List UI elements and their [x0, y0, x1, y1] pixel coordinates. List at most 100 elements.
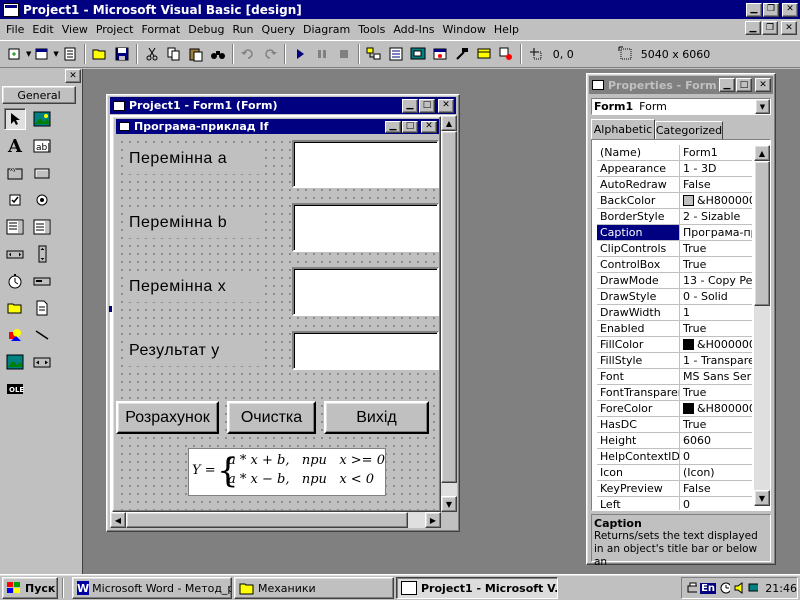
toolbox-button[interactable]	[451, 43, 473, 65]
form1-client-area[interactable]: Перемінна а Перемінна b Перемінна x Резу…	[116, 136, 439, 510]
task-folder[interactable]: Механики	[234, 577, 394, 599]
paste-button[interactable]	[185, 43, 207, 65]
property-row[interactable]: BorderStyle 2 - Sizable	[597, 209, 752, 225]
formula-image[interactable]: Y = { a * x + b, при x >= 0 a * x − b, п…	[188, 448, 386, 496]
form-window-maximize-button[interactable]: □	[419, 98, 435, 113]
break-button[interactable]	[311, 43, 333, 65]
property-row[interactable]: Icon (Icon)	[597, 465, 752, 481]
property-value[interactable]: True	[680, 257, 752, 272]
textbox-variable-a[interactable]	[292, 140, 439, 188]
textbox-result-y[interactable]	[292, 331, 439, 370]
prop-scroll-thumb[interactable]	[754, 161, 770, 306]
menu-window[interactable]: Window	[439, 21, 490, 39]
properties-close-button[interactable]: ✕	[755, 78, 771, 92]
vb-app-icon[interactable]	[3, 2, 19, 17]
network-icon[interactable]	[747, 581, 759, 595]
data-tool[interactable]	[31, 351, 53, 373]
picturebox-tool[interactable]	[31, 108, 53, 130]
property-row[interactable]: HasDC True	[597, 417, 752, 433]
clock-tray-icon[interactable]	[719, 581, 731, 595]
menu-view[interactable]: View	[58, 21, 92, 39]
property-row[interactable]: DrawStyle 0 - Solid	[597, 289, 752, 305]
vscroll-up-button[interactable]: ▲	[441, 115, 457, 131]
form1-icon[interactable]	[119, 122, 130, 131]
property-value[interactable]: 1 - Transparen	[680, 353, 752, 368]
property-row[interactable]: ClipControls True	[597, 241, 752, 257]
property-value[interactable]: 0	[680, 497, 752, 510]
property-value[interactable]: Form1	[680, 145, 752, 160]
toolbox-splitter[interactable]	[82, 69, 83, 574]
property-value[interactable]: 1 - 3D	[680, 161, 752, 176]
form-window-minimize-button[interactable]: ▁	[402, 98, 418, 113]
prop-scroll-down-button[interactable]: ▼	[754, 490, 770, 506]
save-project-button[interactable]	[111, 43, 133, 65]
add-project-button[interactable]	[4, 43, 26, 65]
commandbutton-tool[interactable]	[31, 162, 53, 184]
mdi-restore-button[interactable]: ❐	[762, 21, 778, 35]
property-value[interactable]: 2 - Sizable	[680, 209, 752, 224]
hscrollbar-tool[interactable]	[4, 243, 26, 265]
selection-handle[interactable]	[109, 306, 112, 312]
clear-button[interactable]: Очистка	[227, 401, 316, 434]
drivelistbox-tool[interactable]	[31, 270, 53, 292]
vscroll-down-button[interactable]: ▼	[441, 496, 457, 512]
menu-edit[interactable]: Edit	[28, 21, 57, 39]
property-value[interactable]: 1	[680, 305, 752, 320]
redo-button[interactable]	[259, 43, 281, 65]
property-row[interactable]: DrawMode 13 - Copy Pen	[597, 273, 752, 289]
menu-help[interactable]: Help	[490, 21, 523, 39]
property-value[interactable]: False	[680, 481, 752, 496]
end-button[interactable]	[333, 43, 355, 65]
data-view-button[interactable]	[473, 43, 495, 65]
properties-window-button[interactable]	[385, 43, 407, 65]
component-manager-button[interactable]	[495, 43, 517, 65]
frame-tool[interactable]: xy	[4, 162, 26, 184]
property-row[interactable]: (Name) Form1	[597, 145, 752, 161]
pointer-tool[interactable]	[4, 108, 26, 130]
property-row[interactable]: FontTransparentTrue	[597, 385, 752, 401]
property-row[interactable]: FillColor&H0000000	[597, 337, 752, 353]
object-browser-button[interactable]	[429, 43, 451, 65]
open-project-button[interactable]	[89, 43, 111, 65]
vscroll-thumb[interactable]	[441, 131, 457, 483]
property-value[interactable]: (Icon)	[680, 465, 752, 480]
undo-button[interactable]	[237, 43, 259, 65]
designer-hscrollbar[interactable]: ◀ ▶	[110, 512, 441, 528]
form-window-close-button[interactable]: ✕	[438, 98, 454, 113]
properties-maximize-button[interactable]: □	[736, 78, 752, 92]
find-button[interactable]	[207, 43, 229, 65]
textbox-variable-b[interactable]	[292, 203, 439, 252]
menu-diagram[interactable]: Diagram	[299, 21, 354, 39]
property-row[interactable]: Height 6060	[597, 433, 752, 449]
property-row[interactable]: Enabled True	[597, 321, 752, 337]
restore-button[interactable]: ❐	[763, 2, 779, 17]
checkbox-tool[interactable]	[4, 189, 26, 211]
property-value[interactable]: 0 - Solid	[680, 289, 752, 304]
calculate-button[interactable]: Розрахунок	[116, 401, 219, 434]
object-selector-dropdown-button[interactable]: ▼	[755, 99, 770, 114]
property-value[interactable]: 0	[680, 449, 752, 464]
vscrollbar-tool[interactable]	[31, 243, 53, 265]
form1[interactable]: Програма-приклад If ▁ □ ✕ Перемінна а Пе…	[112, 116, 441, 512]
property-value[interactable]: True	[680, 321, 752, 336]
start-button[interactable]	[289, 43, 311, 65]
label-tool[interactable]: A	[4, 135, 26, 157]
property-row[interactable]: ForeColor&H8000001	[597, 401, 752, 417]
optionbutton-tool[interactable]	[31, 189, 53, 211]
property-value[interactable]: True	[680, 241, 752, 256]
menu-format[interactable]: Format	[137, 21, 184, 39]
property-value[interactable]: &H8000001	[680, 401, 752, 416]
hscroll-thumb[interactable]	[126, 512, 408, 528]
property-value[interactable]: MS Sans Serif	[680, 369, 752, 384]
tab-alphabetic[interactable]: Alphabetic	[591, 119, 655, 139]
tab-categorized[interactable]: Categorized	[655, 121, 723, 139]
task-word[interactable]: W Microsoft Word - Метод_р...	[72, 577, 232, 599]
form1-minimize-button[interactable]: ▁	[385, 120, 401, 133]
menu-editor-button[interactable]	[59, 43, 81, 65]
textbox-variable-x[interactable]	[292, 267, 439, 316]
ole-tool[interactable]: OLE	[4, 378, 26, 400]
toolbox-close-button[interactable]: ✕	[65, 69, 81, 83]
form-window-icon[interactable]	[113, 100, 125, 111]
menu-file[interactable]: File	[2, 21, 28, 39]
menu-run[interactable]: Run	[228, 21, 257, 39]
